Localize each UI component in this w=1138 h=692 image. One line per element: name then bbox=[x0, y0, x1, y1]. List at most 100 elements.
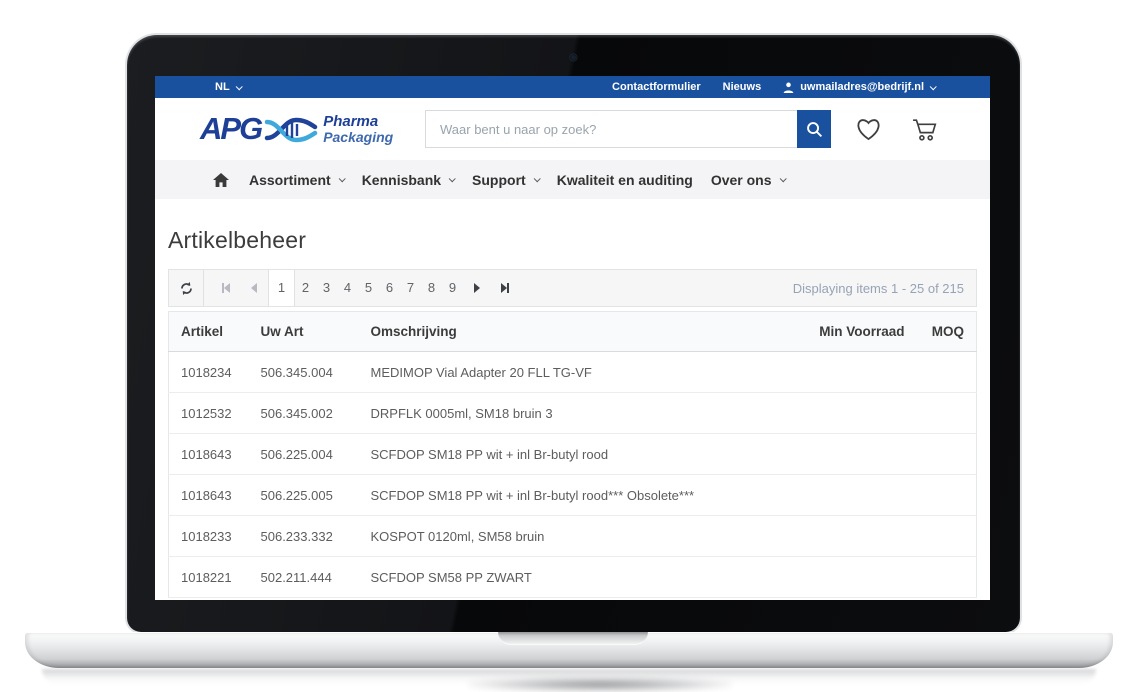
cell-moq bbox=[917, 475, 977, 516]
cell-omschrijving: MEDIMOP Vial Adapter 20 FLL TG-VF bbox=[359, 352, 797, 393]
next-page-button[interactable] bbox=[463, 270, 491, 306]
cell-moq bbox=[917, 557, 977, 598]
first-page-icon bbox=[224, 283, 230, 293]
site-header: APG Pharma Packaging bbox=[155, 98, 990, 160]
laptop-shadow bbox=[468, 677, 732, 692]
cell-min-voorraad bbox=[797, 475, 917, 516]
col-min-voorraad[interactable]: Min Voorraad bbox=[797, 312, 917, 352]
search-bar bbox=[425, 110, 831, 148]
pager-page-button[interactable]: 1 bbox=[268, 270, 295, 306]
cell-artikel: 1018234 bbox=[169, 352, 249, 393]
logo-pharma-text: Pharma bbox=[323, 114, 393, 130]
nav-item[interactable]: Assortiment bbox=[249, 172, 344, 188]
table-row[interactable]: 1018643 506.225.004 SCFDOP SM18 PP wit +… bbox=[169, 434, 977, 475]
chevron-down-icon bbox=[779, 175, 786, 182]
col-uw-art[interactable]: Uw Art bbox=[249, 312, 359, 352]
nav-item-label: Assortiment bbox=[249, 172, 331, 188]
pager-status: Displaying items 1 - 25 of 215 bbox=[793, 281, 976, 296]
cell-omschrijving: DRPFLK 0005ml, SM18 bruin 3 bbox=[359, 393, 797, 434]
chevron-down-icon bbox=[338, 175, 345, 182]
cell-moq bbox=[917, 352, 977, 393]
col-omschrijving[interactable]: Omschrijving bbox=[359, 312, 797, 352]
pager-pages: 1 2 3 4 5 6 7 bbox=[268, 270, 463, 306]
cell-uw-art: 502.211.444 bbox=[249, 557, 359, 598]
prev-page-button[interactable] bbox=[240, 270, 268, 306]
cell-min-voorraad bbox=[797, 393, 917, 434]
cell-omschrijving: SCFDOP SM58 PP ZWART bbox=[359, 557, 797, 598]
cell-moq bbox=[917, 434, 977, 475]
search-input[interactable] bbox=[425, 110, 797, 148]
cell-artikel: 1018221 bbox=[169, 557, 249, 598]
wishlist-button[interactable] bbox=[855, 117, 882, 142]
cell-uw-art: 506.225.005 bbox=[249, 475, 359, 516]
laptop-screen-bezel: NL Contactformulier Nieuws uwmailadres@b… bbox=[127, 35, 1020, 632]
laptop-base bbox=[25, 632, 1113, 668]
chevron-down-icon bbox=[533, 175, 540, 182]
home-link[interactable] bbox=[213, 173, 229, 187]
pager-page-button[interactable]: 3 bbox=[316, 270, 337, 306]
nieuws-link[interactable]: Nieuws bbox=[723, 81, 762, 93]
heart-icon bbox=[855, 117, 882, 142]
pager-page-button[interactable]: 6 bbox=[379, 270, 400, 306]
last-page-icon bbox=[507, 283, 509, 293]
language-selector[interactable]: NL bbox=[215, 81, 241, 93]
prev-page-icon bbox=[251, 283, 257, 293]
nav-item-label: Support bbox=[472, 172, 526, 188]
cell-artikel: 1018643 bbox=[169, 475, 249, 516]
browser-viewport: NL Contactformulier Nieuws uwmailadres@b… bbox=[155, 76, 990, 600]
apg-logo[interactable]: APG Pharma Packaging bbox=[200, 111, 425, 147]
last-page-button[interactable] bbox=[491, 270, 519, 306]
page-background: NL Contactformulier Nieuws uwmailadres@b… bbox=[0, 0, 1138, 692]
table-row[interactable]: 1018234 506.345.004 MEDIMOP Vial Adapter… bbox=[169, 352, 977, 393]
cell-omschrijving: SCFDOP SM18 PP wit + inl Br-butyl rood bbox=[359, 434, 797, 475]
table-row[interactable]: 1018643 506.225.005 SCFDOP SM18 PP wit +… bbox=[169, 475, 977, 516]
cell-omschrijving: KOSPOT 0120ml, SM58 bruin bbox=[359, 516, 797, 557]
first-page-button[interactable] bbox=[212, 270, 240, 306]
chevron-down-icon bbox=[235, 83, 242, 90]
home-icon bbox=[213, 173, 229, 187]
topbar: NL Contactformulier Nieuws uwmailadres@b… bbox=[155, 76, 990, 98]
dna-helix-icon bbox=[264, 112, 318, 146]
next-page-icon bbox=[474, 283, 480, 293]
cart-icon bbox=[911, 117, 938, 142]
table-row[interactable]: 1018233 506.233.332 KOSPOT 0120ml, SM58 … bbox=[169, 516, 977, 557]
search-icon bbox=[806, 121, 823, 138]
cell-moq bbox=[917, 393, 977, 434]
pagination-bar: 1 2 3 4 5 6 7 bbox=[168, 269, 977, 307]
cell-omschrijving: SCFDOP SM18 PP wit + inl Br-butyl rood**… bbox=[359, 475, 797, 516]
nav-item-label: Kwaliteit en auditing bbox=[557, 172, 693, 188]
cell-uw-art: 506.225.004 bbox=[249, 434, 359, 475]
cell-artikel: 1018233 bbox=[169, 516, 249, 557]
table-row[interactable]: 1018221 502.211.444 SCFDOP SM58 PP ZWART bbox=[169, 557, 977, 598]
col-moq[interactable]: MOQ bbox=[917, 312, 977, 352]
webcam bbox=[570, 54, 577, 61]
pager-page-button[interactable]: 7 bbox=[400, 270, 421, 306]
cell-min-voorraad bbox=[797, 352, 917, 393]
search-button[interactable] bbox=[797, 110, 831, 148]
nav-item-label: Kennisbank bbox=[362, 172, 441, 188]
refresh-button[interactable] bbox=[169, 270, 204, 306]
table-row[interactable]: 1012532 506.345.002 DRPFLK 0005ml, SM18 … bbox=[169, 393, 977, 434]
contactformulier-link[interactable]: Contactformulier bbox=[612, 81, 701, 93]
user-email: uwmailadres@bedrijf.nl bbox=[800, 81, 924, 93]
nav-item[interactable]: Over ons bbox=[711, 172, 785, 188]
main-content: Artikelbeheer bbox=[155, 227, 990, 598]
nav-item[interactable]: Kwaliteit en auditing bbox=[557, 172, 693, 188]
pager-page-button[interactable]: 8 bbox=[421, 270, 442, 306]
user-account-menu[interactable]: uwmailadres@bedrijf.nl bbox=[783, 81, 935, 93]
pager-page-button[interactable]: 9 bbox=[442, 270, 463, 306]
pager-page-button[interactable]: 5 bbox=[358, 270, 379, 306]
nav-item[interactable]: Kennisbank bbox=[362, 172, 454, 188]
pager-page-button[interactable]: 2 bbox=[295, 270, 316, 306]
cell-uw-art: 506.345.002 bbox=[249, 393, 359, 434]
logo-packaging-text: Packaging bbox=[323, 130, 393, 145]
cell-uw-art: 506.345.004 bbox=[249, 352, 359, 393]
col-artikel[interactable]: Artikel bbox=[169, 312, 249, 352]
cell-moq bbox=[917, 516, 977, 557]
cell-min-voorraad bbox=[797, 434, 917, 475]
cell-min-voorraad bbox=[797, 557, 917, 598]
language-label: NL bbox=[215, 81, 230, 93]
pager-page-button[interactable]: 4 bbox=[337, 270, 358, 306]
cart-button[interactable] bbox=[911, 117, 938, 142]
nav-item[interactable]: Support bbox=[472, 172, 539, 188]
